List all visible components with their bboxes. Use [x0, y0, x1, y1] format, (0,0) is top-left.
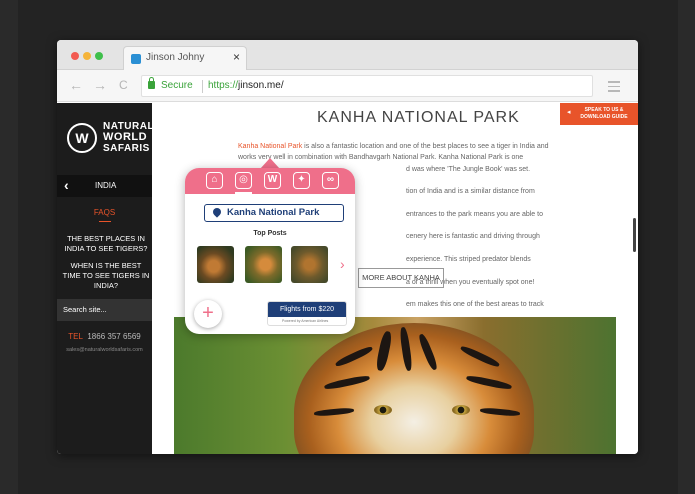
logo-line-3: SAFARIS	[103, 143, 150, 154]
forward-button[interactable]: →	[93, 77, 107, 93]
logo-line-2: WORLD	[103, 131, 148, 143]
site-sidebar: W NATURAL WORLD SAFARIS ‹ INDIA FAQS THE…	[57, 103, 154, 454]
add-button[interactable]: +	[194, 300, 222, 328]
address-bar: ← → C Secure https://jinson.me/	[57, 70, 638, 102]
post-thumbnail[interactable]	[245, 246, 282, 283]
map-pin-icon	[211, 206, 223, 218]
phone-prefix: TEL	[68, 332, 83, 341]
reload-button[interactable]: C	[119, 78, 128, 92]
flights-button[interactable]: Flights from $220 Powered by American Ai…	[267, 301, 347, 326]
close-window-button[interactable]	[71, 52, 79, 60]
post-thumbnail[interactable]	[197, 246, 234, 283]
search-input[interactable]: Search site...	[57, 299, 152, 321]
post-thumbnail[interactable]	[291, 246, 328, 283]
sidebar-link-best-places[interactable]: THE BEST PLACES IN INDIA TO SEE TIGERS?	[61, 234, 151, 254]
url-path: jinson.me/	[238, 80, 284, 91]
menu-icon[interactable]	[608, 81, 620, 95]
sidebar-link-best-time[interactable]: WHEN IS THE BEST TIME TO SEE TIGERS IN I…	[61, 261, 151, 291]
page-title: KANHA NATIONAL PARK	[317, 109, 520, 126]
email-link[interactable]: sales@naturalworldsafaris.com	[57, 347, 152, 353]
chevron-left-icon: ‹	[64, 177, 69, 193]
lock-icon	[148, 77, 155, 89]
twitter-icon[interactable]: ✦	[293, 172, 310, 189]
tab-bar: Jinson Johny ×	[57, 40, 638, 70]
more-about-kanha-button[interactable]: MORE ABOUT KANHA	[358, 268, 444, 288]
instagram-icon[interactable]: ◎	[235, 172, 252, 194]
sidebar-item-label: INDIA	[95, 181, 117, 190]
phone-number[interactable]: TEL 1866 357 6569	[57, 332, 152, 341]
url-protocol: https://	[208, 80, 239, 91]
wikipedia-icon[interactable]: W	[264, 172, 281, 189]
logo-text: NATURAL WORLD SAFARIS	[103, 121, 154, 154]
logo-mark: W	[67, 123, 97, 153]
map-icon[interactable]: ⌂	[206, 172, 223, 189]
tiger-hero-image	[174, 317, 616, 454]
faqs-heading[interactable]: FAQS	[57, 208, 152, 217]
location-name: Kanha National Park	[227, 207, 320, 218]
secure-label: Secure	[161, 80, 193, 91]
tab-title: Jinson Johny	[146, 52, 205, 63]
faqs-underline	[99, 221, 111, 222]
minimize-window-button[interactable]	[83, 52, 91, 60]
chevron-right-icon[interactable]: ›	[340, 256, 345, 272]
extension-popup: ⌂ ◎ W ✦ ∞ Kanha National Park Top Posts …	[185, 168, 355, 334]
speak-to-us-button[interactable]: SPEAK TO US & DOWNLOAD GUIDE	[560, 103, 638, 125]
location-button[interactable]: Kanha National Park	[204, 204, 344, 222]
site-logo[interactable]: W NATURAL WORLD SAFARIS	[67, 121, 154, 161]
flights-sponsor: Powered by American Airlines	[282, 319, 329, 323]
tiger-eye	[374, 405, 392, 415]
tab-close-icon[interactable]: ×	[233, 50, 240, 64]
maximize-window-button[interactable]	[95, 52, 103, 60]
tiger-eye	[452, 405, 470, 415]
favicon-icon	[131, 54, 141, 64]
tripadvisor-icon[interactable]: ∞	[322, 172, 339, 189]
popup-source-tabs: ⌂ ◎ W ✦ ∞	[185, 168, 355, 194]
url-input[interactable]: Secure https://jinson.me/	[141, 75, 593, 97]
top-posts-heading: Top Posts	[253, 230, 287, 237]
phone-value: 1866 357 6569	[87, 332, 141, 341]
sidebar-item-india[interactable]: ‹ INDIA	[57, 175, 152, 197]
tab-jinson-johny[interactable]: Jinson Johny ×	[123, 46, 247, 70]
divider	[202, 80, 203, 93]
url-text: https://jinson.me/	[208, 80, 284, 91]
flights-label: Flights from $220	[268, 302, 346, 317]
kanha-link[interactable]: Kanha National Park	[238, 143, 302, 150]
back-button[interactable]: ←	[69, 77, 83, 93]
scrollbar-thumb[interactable]	[633, 218, 636, 252]
